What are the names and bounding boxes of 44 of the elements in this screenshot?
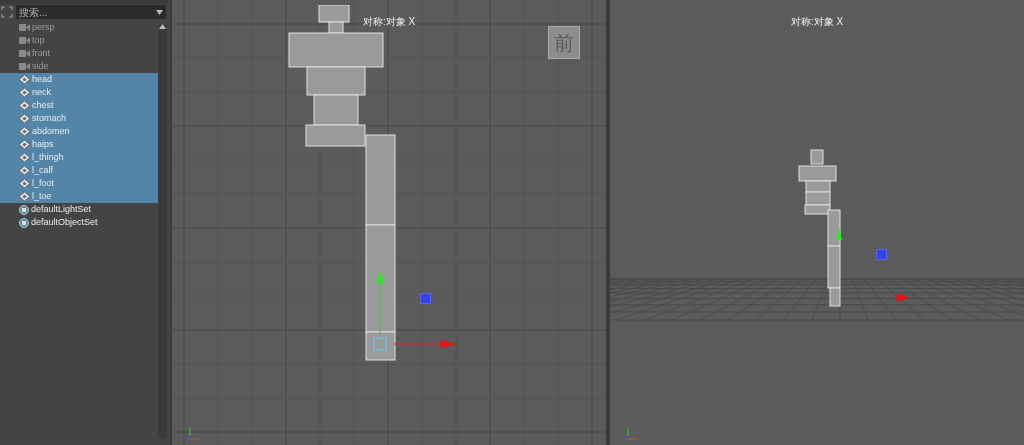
axis-indicator-icon [188,427,202,441]
move-handle[interactable] [420,293,431,304]
outliner-item[interactable]: l_foot [0,177,158,190]
outliner-item[interactable]: defaultLightSet [0,203,158,216]
joint-icon [19,166,30,175]
outliner-item[interactable]: l_toe [0,190,158,203]
outliner-item[interactable]: haips [0,138,158,151]
scroll-up-arrow-icon[interactable] [159,24,166,29]
camera-icon [19,24,30,31]
camera-icon [19,63,30,70]
dropdown-caret-icon[interactable] [156,9,163,15]
outliner-item[interactable]: l_calf [0,164,158,177]
axis-indicator-icon [626,427,640,441]
outliner-item[interactable]: chest [0,99,158,112]
joint-icon [19,192,30,201]
outliner-item[interactable]: abdomen [0,125,158,138]
joint-icon [19,114,30,123]
outliner-item[interactable]: head [0,73,158,86]
move-y-arrow[interactable] [376,271,384,334]
camera-icon [19,50,30,57]
move-handle[interactable] [876,249,887,260]
move-y-arrow[interactable] [836,228,842,240]
joint-icon [19,75,30,84]
move-x-arrow[interactable] [896,294,908,301]
joint-icon [19,179,30,188]
joint-icon [19,140,30,149]
joint-icon [19,101,30,110]
outliner-item[interactable]: neck [0,86,158,99]
outliner-item[interactable]: l_thingh [0,151,158,164]
viewport-label: 对称:对象 X [790,15,844,29]
set-icon [19,204,29,215]
outliner-item[interactable]: defaultObjectSet [0,216,158,229]
move-x-arrow[interactable] [394,340,456,348]
joint-icon [19,153,30,162]
outliner-item[interactable]: stomach [0,112,158,125]
body-segment-block [313,94,359,126]
scrollbar[interactable] [158,24,167,439]
set-icon [19,217,29,228]
joint-icon [19,88,30,97]
pivot-square-icon[interactable] [373,337,387,351]
joint-icon [19,127,30,136]
frame-icon[interactable] [1,6,13,18]
camera-icon [19,37,30,44]
viewport-label: 对称:对象 X [362,15,416,29]
